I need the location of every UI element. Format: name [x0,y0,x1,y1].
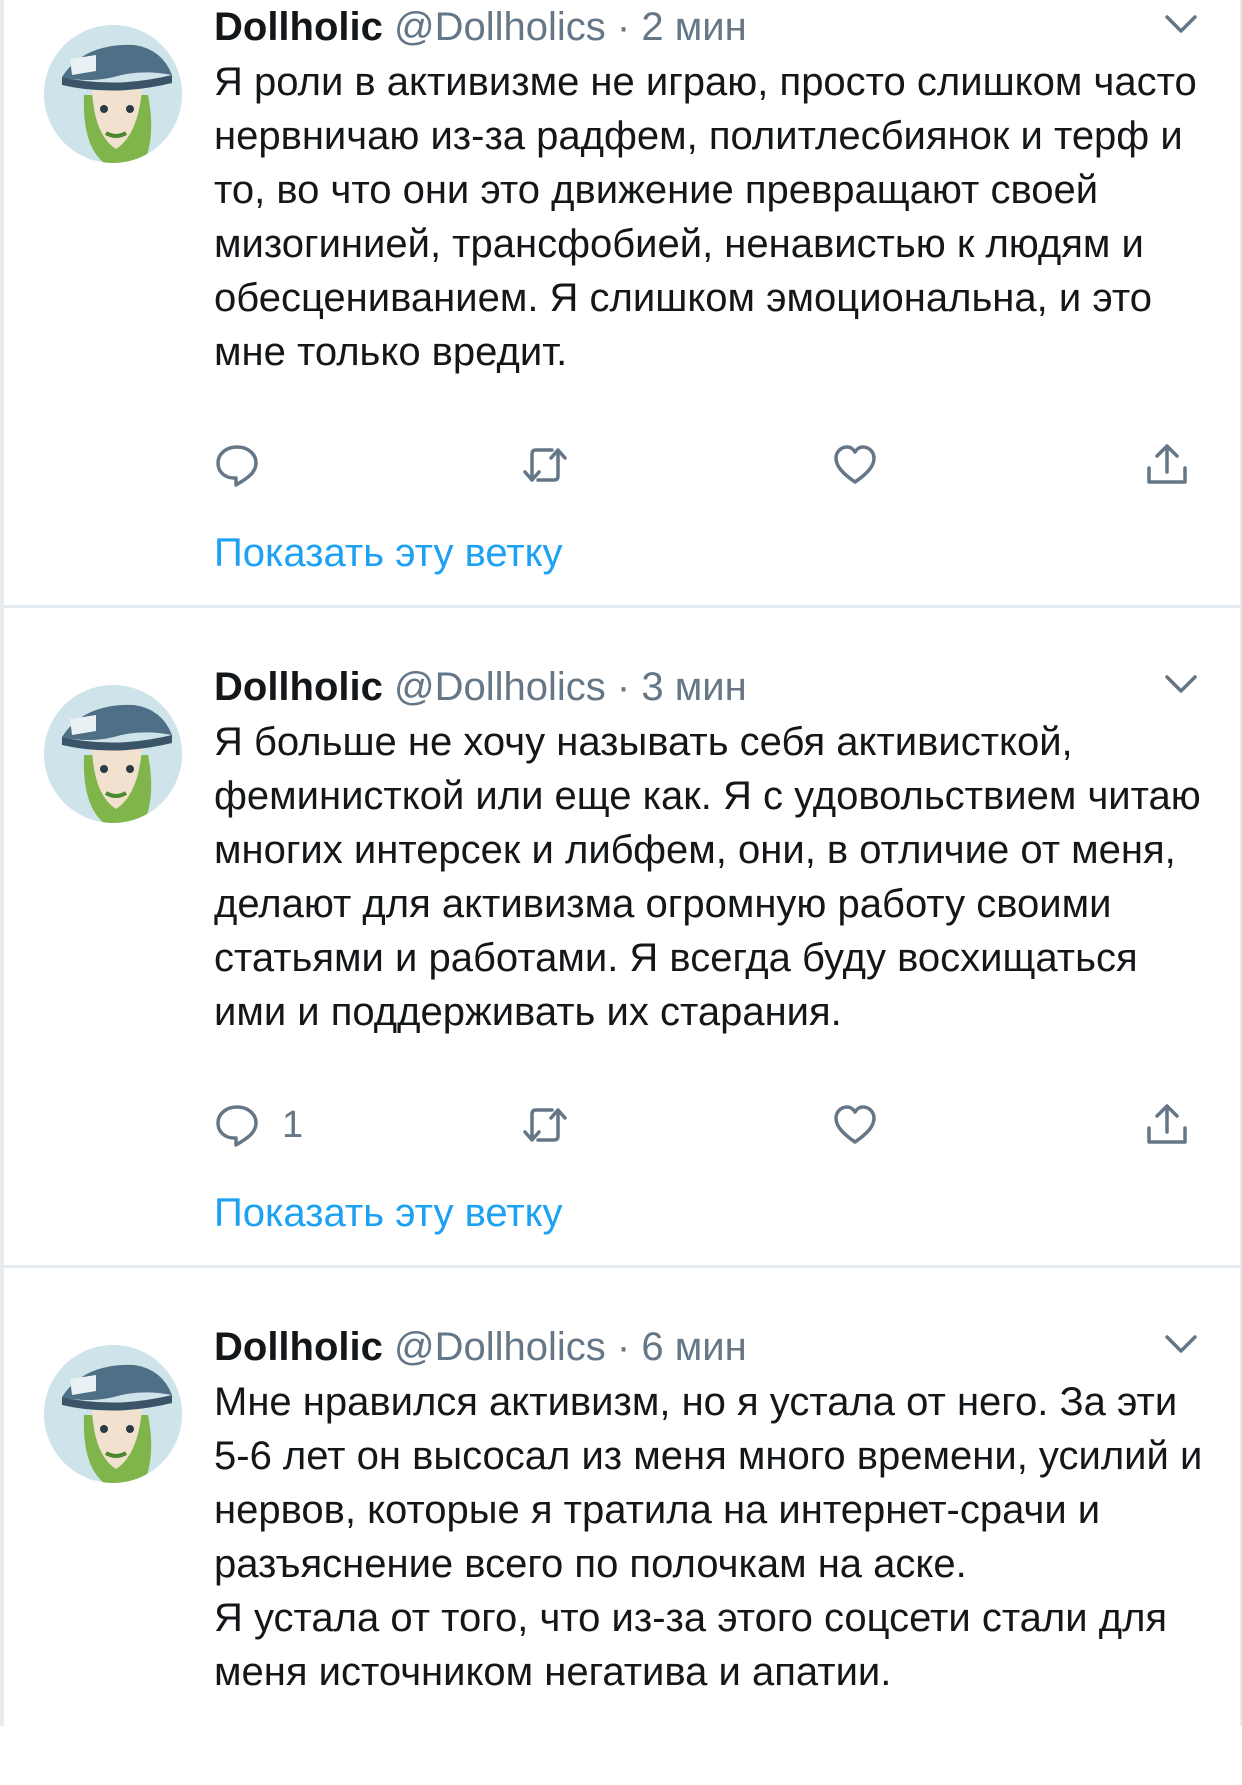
tweet-text-paragraph: Я устала от того, что из-за этого соцсет… [214,1596,1168,1694]
show-thread-link[interactable]: Показать эту ветку [214,1188,563,1238]
share-button[interactable] [1144,1097,1190,1153]
user-handle[interactable]: @Dollholics [394,1325,606,1369]
like-button[interactable] [832,1097,878,1153]
tweet-time[interactable]: 6 мин [641,1325,746,1369]
tweet-text: Я роли в активизме не играю, просто слиш… [214,55,1214,379]
reply-button[interactable] [214,437,282,493]
tweet-actions: 1 [214,1097,1214,1153]
separator-dot: · [616,5,631,49]
user-handle[interactable]: @Dollholics [394,5,606,49]
like-button[interactable] [832,437,878,493]
display-name[interactable]: Dollholic [214,665,383,709]
tweet-time[interactable]: 2 мин [641,5,746,49]
tweet[interactable]: Dollholic @Dollholics · 3 мин Я больше н… [0,605,1242,1268]
reply-count: 1 [282,1103,304,1146]
retweet-icon [520,442,570,488]
tweet-header: Dollholic @Dollholics · 2 мин [214,2,747,52]
tweet-time[interactable]: 3 мин [641,665,746,709]
share-button[interactable] [1144,437,1190,493]
retweet-button[interactable] [520,437,570,493]
show-thread-link[interactable]: Показать эту ветку [214,528,563,578]
chevron-down-icon[interactable] [1164,12,1198,36]
tweet-text: Я больше не хочу называть себя активистк… [214,715,1214,1039]
tweet[interactable]: Dollholic @Dollholics · 6 мин Мне нравил… [0,1265,1242,1785]
tweet-text-paragraph: Я больше не хочу называть себя активистк… [214,720,1201,1034]
separator-dot: · [616,665,631,709]
heart-icon [832,442,878,488]
retweet-button[interactable] [520,1097,570,1153]
tweet-actions [214,437,1214,493]
reply-icon [214,1102,260,1148]
retweet-icon [520,1102,570,1148]
heart-icon [832,1102,878,1148]
share-icon [1144,442,1190,488]
reply-icon [214,442,260,488]
display-name[interactable]: Dollholic [214,5,383,49]
tweet-text-paragraph: Я роли в активизме не играю, просто слиш… [214,60,1197,374]
share-icon [1144,1102,1190,1148]
avatar[interactable] [44,25,182,163]
chevron-down-icon[interactable] [1164,1332,1198,1356]
tweet-text: Мне нравился активизм, но я устала от не… [214,1375,1214,1699]
tweet-header: Dollholic @Dollholics · 6 мин [214,1322,747,1372]
reply-button[interactable]: 1 [214,1097,303,1153]
tweet-header: Dollholic @Dollholics · 3 мин [214,662,747,712]
user-handle[interactable]: @Dollholics [394,665,606,709]
avatar[interactable] [44,685,182,823]
tweet[interactable]: Dollholic @Dollholics · 2 мин Я роли в а… [0,0,1242,608]
chevron-down-icon[interactable] [1164,672,1198,696]
avatar[interactable] [44,1345,182,1483]
display-name[interactable]: Dollholic [214,1325,383,1369]
separator-dot: · [616,1325,631,1369]
tweet-text-paragraph: Мне нравился активизм, но я устала от не… [214,1380,1203,1586]
